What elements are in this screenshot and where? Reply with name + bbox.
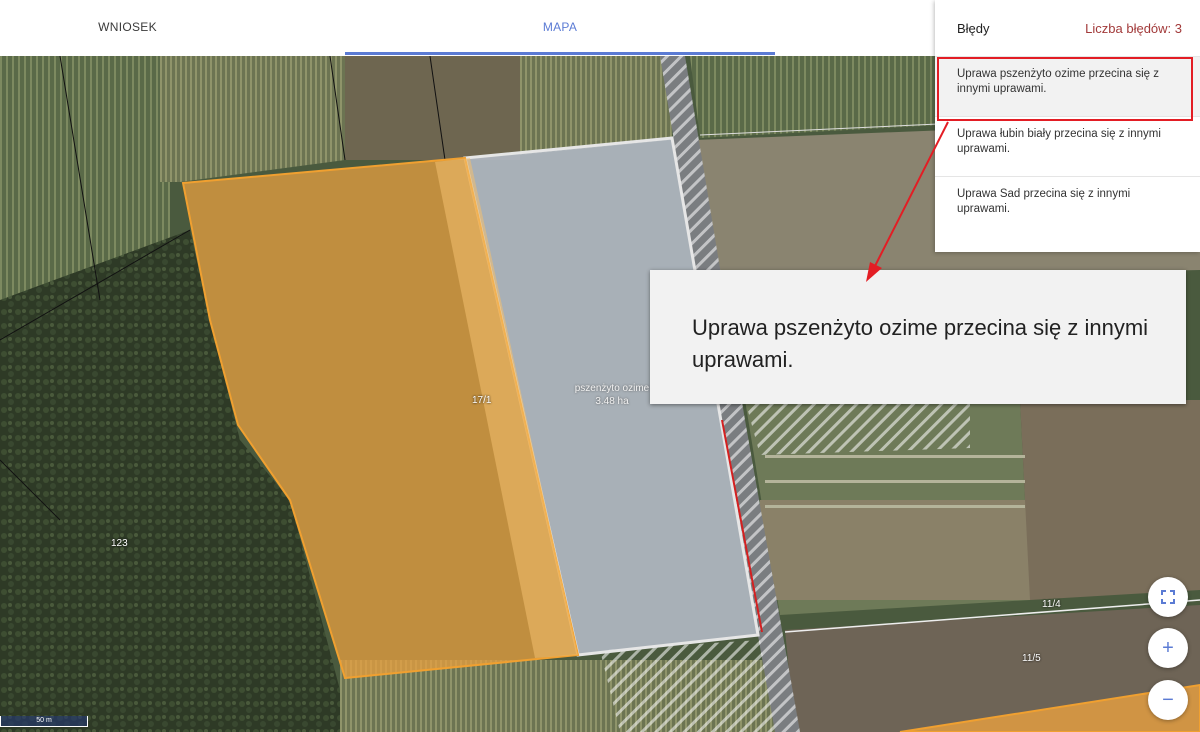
tab-mapa[interactable]: MAPA: [345, 0, 775, 54]
zoom-out-button[interactable]: −: [1148, 680, 1188, 720]
errors-title: Błędy: [957, 20, 990, 36]
tab-wniosek[interactable]: WNIOSEK: [0, 0, 255, 54]
active-tab-indicator: [345, 52, 775, 55]
fullscreen-button[interactable]: [1148, 577, 1188, 617]
error-item[interactable]: Uprawa Sad przecina się z innymi uprawam…: [935, 176, 1200, 236]
errors-header: Błędy Liczba błędów: 3: [935, 0, 1200, 56]
zoom-out-icon: −: [1162, 688, 1174, 711]
crop-name: pszenżyto ozime: [574, 383, 650, 394]
crop-area: 3.48 ha: [595, 396, 629, 407]
parcel-label-11-4: 11/4: [1042, 599, 1061, 610]
parcel-label-11-5: 11/5: [1022, 653, 1041, 664]
fullscreen-icon: [1161, 590, 1175, 604]
top-navigation: WNIOSEK MAPA: [0, 0, 935, 56]
parcel-label-17-1: 17/1: [472, 395, 492, 406]
zoom-in-icon: +: [1162, 636, 1174, 659]
errors-count: Liczba błędów: 3: [1085, 20, 1182, 36]
zoom-in-button[interactable]: +: [1148, 628, 1188, 668]
crop-label: pszenżyto ozime 3.48 ha: [560, 382, 664, 408]
error-callout: Uprawa pszenżyto ozime przecina się z in…: [650, 270, 1186, 404]
errors-panel: Błędy Liczba błędów: 3 Uprawa pszenżyto …: [935, 0, 1200, 252]
scale-bar: 50 m: [0, 716, 88, 727]
error-item[interactable]: Uprawa pszenżyto ozime przecina się z in…: [935, 56, 1200, 116]
error-item[interactable]: Uprawa łubin biały przecina się z innymi…: [935, 116, 1200, 176]
parcel-label-123: 123: [111, 538, 128, 549]
